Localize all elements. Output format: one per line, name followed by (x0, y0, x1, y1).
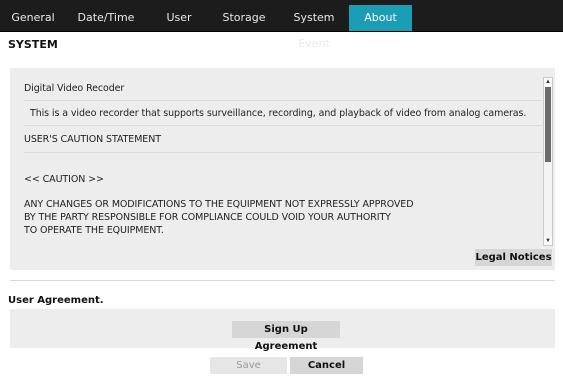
tab-storage[interactable]: Storage (211, 5, 277, 31)
product-name: Digital Video Recoder (24, 83, 125, 94)
scroll-down-arrow-icon[interactable]: ▼ (544, 237, 552, 245)
caution-text-line-1: ANY CHANGES OR MODIFICATIONS TO THE EQUI… (24, 199, 414, 210)
tab-about[interactable]: About (349, 5, 412, 31)
user-agreement-title: User Agreement. (8, 295, 104, 306)
divider (24, 152, 542, 153)
caution-text-line-2: BY THE PARTY RESPONSIBLE FOR COMPLIANCE … (24, 212, 391, 223)
text-scrollbar[interactable]: ▲ ▼ (543, 77, 553, 246)
caution-statement-title: USER'S CAUTION STATEMENT (24, 134, 161, 145)
tab-user[interactable]: User (150, 5, 208, 31)
system-info-textbox[interactable]: Digital Video Recoder This is a video re… (10, 72, 542, 248)
scroll-thumb[interactable] (545, 87, 551, 162)
caution-header: << CAUTION >> (24, 174, 104, 185)
tab-date-time[interactable]: Date/Time (66, 5, 146, 31)
about-settings-window: General Date/Time User Storage System Ev… (0, 0, 563, 377)
legal-notices-button[interactable]: Legal Notices (475, 249, 552, 266)
caution-text-line-3: TO OPERATE THE EQUIPMENT. (24, 225, 164, 236)
section-title: SYSTEM (8, 38, 58, 51)
sign-up-agreement-button[interactable]: Sign Up Agreement (232, 321, 340, 352)
tab-system-event[interactable]: System Event (280, 5, 348, 50)
save-button[interactable]: Save (210, 357, 287, 374)
tab-general[interactable]: General (5, 5, 61, 31)
tab-bar: General Date/Time User Storage System Ev… (0, 0, 563, 50)
product-description: This is a video recorder that supports s… (30, 108, 527, 119)
cancel-button[interactable]: Cancel (290, 357, 363, 374)
scroll-up-arrow-icon[interactable]: ▲ (544, 78, 552, 86)
divider (24, 125, 542, 126)
divider (10, 280, 555, 281)
divider (24, 100, 542, 101)
